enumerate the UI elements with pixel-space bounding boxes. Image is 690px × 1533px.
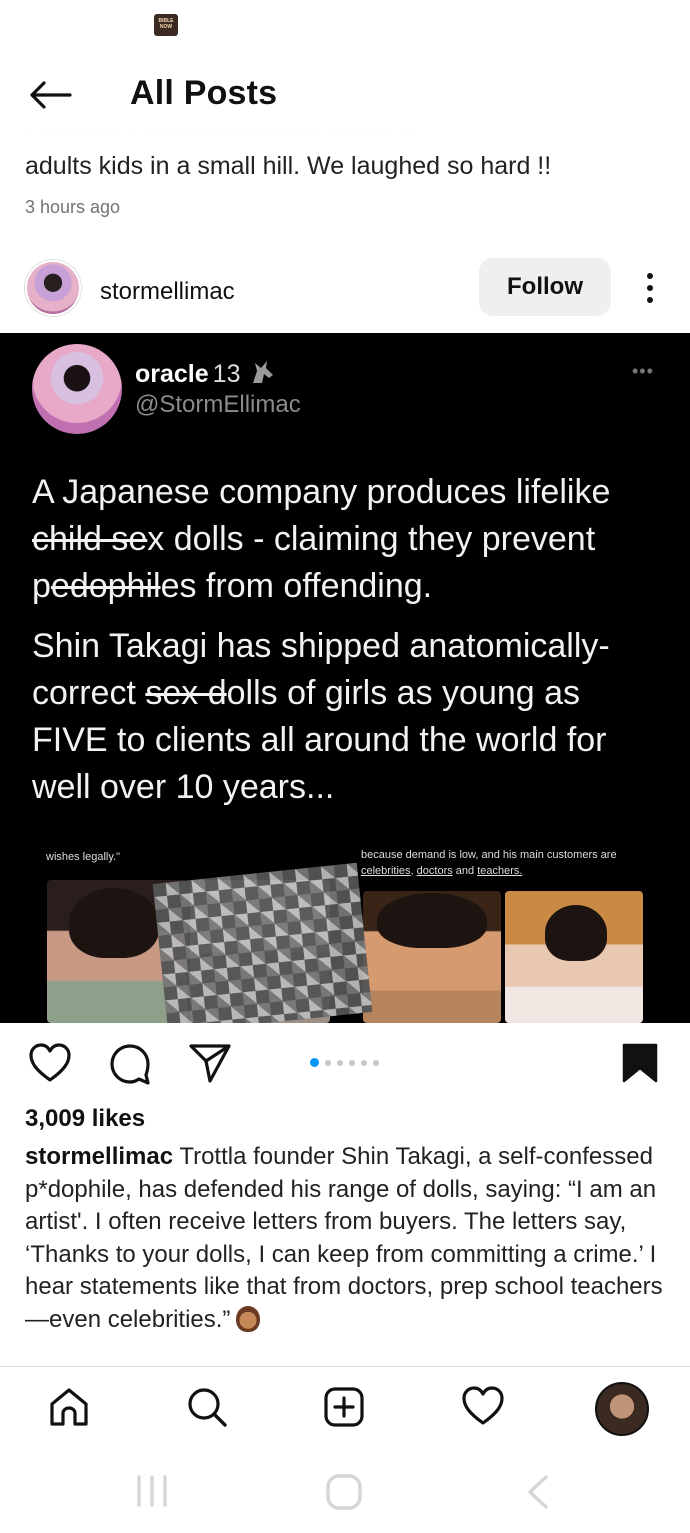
previous-post-caption-cut: ▪ ▪ ▪▪▪ ▪▪▪ ▪ ▪▪▪▪ ▪ ▪▪▪▪▪▪ ▪▪▪▪▪▪ ▪▪ ▪▪… (25, 129, 665, 149)
tab-create[interactable] (322, 1385, 366, 1434)
arrow-left-icon (30, 81, 72, 109)
home-button-icon (326, 1474, 362, 1510)
comment-icon (110, 1044, 150, 1085)
previous-post-caption: adults kids in a small hill. We laughed … (25, 152, 552, 180)
save-button[interactable] (621, 1042, 659, 1089)
tweet-display-name: oracle 13 (135, 357, 277, 389)
recents-button[interactable] (133, 1472, 171, 1515)
previous-post-timestamp: 3 hours ago (25, 197, 121, 217)
tweet-more-icon: ••• (632, 361, 654, 381)
heart-icon (29, 1043, 71, 1082)
app-notification-icon: BIBLE NOW (154, 14, 178, 36)
tweet-photo-3 (363, 891, 501, 1023)
tweet-image-caption-left: wishes legally." (46, 851, 121, 863)
post-author-avatar[interactable] (25, 260, 81, 316)
recents-icon (137, 1475, 167, 1507)
send-icon (189, 1044, 231, 1083)
page-title: All Posts (130, 74, 278, 112)
back-chevron-icon (528, 1475, 548, 1509)
search-icon (188, 1388, 227, 1427)
post-caption: stormellimac Trottla founder Shin Takagi… (25, 1141, 675, 1336)
tweet-image-caption-right: because demand is low, and his main cust… (361, 849, 617, 877)
tweet-handle: @StormEllimac (135, 391, 301, 418)
post-media[interactable]: oracle 13 @StormEllimac ••• A Japanese co… (0, 333, 690, 1023)
tweet-avatar (32, 344, 122, 434)
tweet-body: A Japanese company produces lifelike chi… (32, 469, 662, 824)
plus-square-icon (324, 1387, 364, 1427)
tweet-name-suffix: 13 (212, 360, 241, 388)
carousel-indicator (310, 1058, 379, 1067)
likes-count[interactable]: 3,009 likes (25, 1105, 145, 1133)
caption-text: Trottla founder Shin Takagi, a self-conf… (25, 1143, 663, 1333)
status-bar: BIBLE NOW (0, 0, 690, 50)
back-system-button[interactable] (520, 1472, 554, 1517)
heart-icon (462, 1386, 504, 1425)
share-button[interactable] (188, 1042, 232, 1089)
tweet-photo-4 (505, 891, 643, 1023)
more-options-button[interactable] (636, 266, 664, 310)
tab-profile-avatar[interactable] (595, 1382, 649, 1436)
tab-activity[interactable] (460, 1385, 506, 1432)
post-username[interactable]: stormellimac (100, 278, 235, 306)
home-system-button[interactable] (324, 1472, 364, 1517)
follow-button[interactable]: Follow (479, 258, 611, 316)
more-vertical-icon (647, 273, 653, 279)
system-navigation-bar (0, 1452, 690, 1533)
tweet-paragraph-1: A Japanese company produces lifelike chi… (32, 473, 611, 605)
tab-home[interactable] (47, 1385, 91, 1434)
tweet-paragraph-2: Shin Takagi has shipped anatomically-cor… (32, 627, 610, 806)
caption-username[interactable]: stormellimac (25, 1143, 173, 1170)
top-bar: All Posts (0, 60, 690, 130)
home-icon (50, 1388, 88, 1426)
like-button[interactable] (28, 1042, 72, 1089)
censored-image-overlay (152, 862, 373, 1023)
person-shrugging-emoji-icon (236, 1305, 261, 1332)
bottom-tab-bar (0, 1366, 690, 1452)
post-header: stormellimac Follow (0, 252, 690, 328)
back-button[interactable] (24, 74, 76, 116)
comment-button[interactable] (108, 1042, 152, 1091)
post-actions (0, 1030, 690, 1100)
tab-search[interactable] (185, 1385, 229, 1434)
bookmark-filled-icon (622, 1043, 658, 1083)
unicorn-emoji-icon (253, 361, 274, 383)
